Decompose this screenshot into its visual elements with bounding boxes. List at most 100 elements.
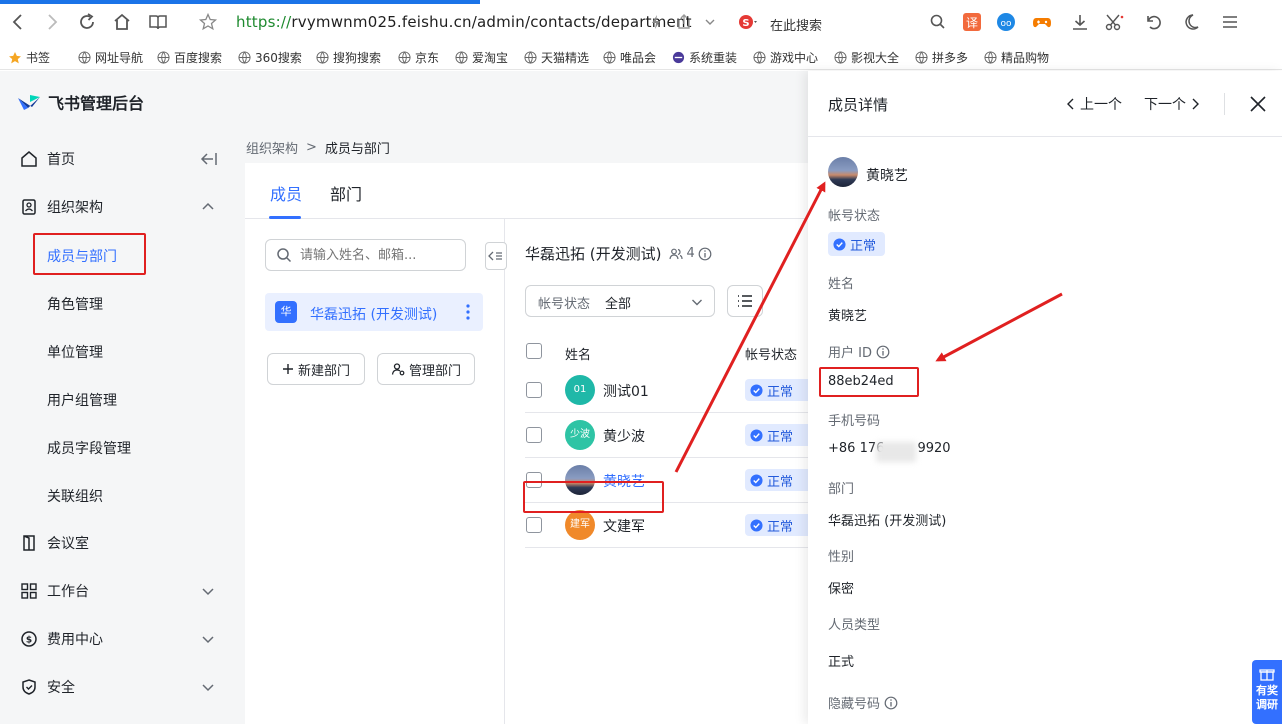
- drawer-header: 成员详情 上一个 下一个: [808, 71, 1282, 137]
- table-row[interactable]: 01 测试01 正常: [525, 368, 808, 413]
- status-text: 正常: [850, 238, 877, 254]
- nav-member-field-management[interactable]: 成员字段管理: [47, 438, 131, 458]
- share-icon[interactable]: [674, 12, 694, 32]
- nav-meeting-room[interactable]: 会议室: [0, 523, 245, 563]
- member-list-header: 华磊迅拓 (开发测试) 4: [525, 243, 712, 264]
- undo-icon[interactable]: [1144, 12, 1164, 32]
- nav-workplace[interactable]: 工作台: [0, 571, 245, 611]
- search-icon[interactable]: [928, 12, 948, 32]
- reading-mode-icon[interactable]: [148, 12, 168, 32]
- bookmark-item[interactable]: 拼多多: [915, 49, 968, 66]
- info-icon[interactable]: [876, 345, 890, 359]
- search-icon: [276, 247, 292, 263]
- bookmark-item[interactable]: 360搜索: [238, 49, 302, 66]
- nav-org-label: 组织架构: [47, 200, 103, 216]
- breadcrumb-parent[interactable]: 组织架构: [246, 138, 298, 157]
- bookmarks-menu[interactable]: 书签: [8, 49, 50, 66]
- bookmark-item[interactable]: 系统重装: [672, 49, 737, 66]
- row-checkbox[interactable]: [526, 382, 542, 398]
- svg-text:$: $: [26, 636, 32, 646]
- favorite-star-icon[interactable]: [198, 12, 218, 32]
- tab-departments[interactable]: 部门: [330, 181, 362, 205]
- address-bar[interactable]: https://rvymwnm025.feishu.cn/admin/conta…: [236, 13, 692, 31]
- bookmark-item[interactable]: 百度搜索: [157, 49, 222, 66]
- bookmark-item[interactable]: 京东: [398, 49, 439, 66]
- tab-members[interactable]: 成员: [270, 181, 302, 205]
- info-icon[interactable]: [884, 696, 898, 710]
- nav-security-label: 安全: [47, 680, 75, 696]
- more-vertical-icon[interactable]: [463, 303, 473, 321]
- member-list-title: 华磊迅拓 (开发测试): [525, 245, 662, 263]
- bookmark-item[interactable]: 游戏中心: [753, 49, 818, 66]
- field-value-name: 黄晓艺: [828, 309, 868, 324]
- browser-search-input[interactable]: 在此搜索: [770, 15, 822, 34]
- select-all-checkbox[interactable]: [526, 343, 542, 359]
- member-name[interactable]: 测试01: [603, 381, 649, 401]
- nav-usergroup-management[interactable]: 用户组管理: [47, 390, 117, 410]
- department-tree-item[interactable]: 华 华磊迅拓 (开发测试): [265, 293, 483, 331]
- collapse-tree-button[interactable]: [485, 242, 507, 270]
- bookmark-label: 天猫精选: [541, 51, 590, 65]
- nav-unit-management[interactable]: 单位管理: [47, 342, 103, 362]
- column-settings-button[interactable]: [727, 285, 763, 317]
- scissors-icon[interactable]: [1104, 12, 1124, 32]
- member-search-input[interactable]: [265, 239, 466, 271]
- check-circle-icon: [750, 383, 763, 397]
- table-row[interactable]: 少波 黄少波 正常: [525, 413, 808, 458]
- gamepad-icon[interactable]: [1032, 12, 1052, 32]
- globe-icon: [316, 51, 329, 64]
- extension-icon[interactable]: oo: [996, 12, 1016, 32]
- member-name[interactable]: 黄少波: [603, 426, 645, 446]
- row-checkbox[interactable]: [526, 517, 542, 533]
- lightning-icon[interactable]: [646, 12, 666, 32]
- bookmark-item[interactable]: 爱淘宝: [455, 49, 508, 66]
- field-label: 人员类型: [828, 618, 881, 633]
- bookmark-item[interactable]: 精品购物: [984, 49, 1049, 66]
- field-label: 帐号状态: [828, 209, 881, 224]
- night-mode-icon[interactable]: [1184, 12, 1204, 32]
- bookmark-label: 系统重装: [689, 51, 738, 65]
- nav-billing[interactable]: $ 费用中心: [0, 619, 245, 659]
- check-circle-icon: [750, 428, 763, 442]
- home-icon[interactable]: [112, 12, 132, 32]
- back-icon[interactable]: [8, 12, 28, 32]
- next-member-button[interactable]: 下一个: [1144, 94, 1200, 114]
- member-name[interactable]: 文建军: [603, 516, 645, 536]
- app-logo[interactable]: 飞书管理后台: [16, 90, 144, 114]
- menu-icon[interactable]: [1220, 12, 1240, 32]
- bookmarks-bar: 书签 网址导航 百度搜索 360搜索 搜狗搜索 京东 爱淘宝 天猫精选 唯品会 …: [0, 44, 1282, 70]
- new-department-button[interactable]: 新建部门: [267, 353, 365, 385]
- close-icon[interactable]: [1249, 95, 1267, 113]
- member-count-value: 4: [686, 246, 695, 261]
- manage-department-button[interactable]: 管理部门: [377, 353, 475, 385]
- globe-icon: [524, 51, 537, 64]
- nav-security[interactable]: 安全: [0, 667, 245, 707]
- reload-icon[interactable]: [77, 12, 97, 32]
- forward-icon[interactable]: [42, 12, 62, 32]
- filter-value: 全部: [605, 297, 632, 312]
- browser-toolbar: https://rvymwnm025.feishu.cn/admin/conta…: [0, 0, 1282, 44]
- search-engine-logo-icon[interactable]: S: [738, 12, 758, 32]
- manage-department-label: 管理部门: [408, 363, 461, 379]
- survey-button[interactable]: 有奖 调研: [1252, 660, 1282, 724]
- chevron-down-icon[interactable]: [700, 12, 720, 32]
- collapse-sidebar-icon[interactable]: [198, 151, 217, 167]
- info-icon[interactable]: [698, 247, 712, 261]
- bookmark-item[interactable]: 唯品会: [603, 49, 656, 66]
- bookmark-item[interactable]: 影视大全: [834, 49, 899, 66]
- nav-home[interactable]: 首页: [0, 139, 245, 179]
- annotation-box: [33, 233, 146, 275]
- download-icon[interactable]: [1070, 12, 1090, 32]
- nav-org[interactable]: 组织架构: [0, 187, 245, 227]
- bookmark-item[interactable]: 网址导航: [78, 49, 143, 66]
- bookmark-item[interactable]: 天猫精选: [524, 49, 589, 66]
- row-checkbox[interactable]: [526, 427, 542, 443]
- nav-role-management[interactable]: 角色管理: [47, 294, 103, 314]
- bookmark-item[interactable]: 搜狗搜索: [316, 49, 381, 66]
- account-status-filter[interactable]: 帐号状态 全部: [525, 285, 715, 317]
- translate-icon[interactable]: 译: [962, 12, 982, 32]
- check-circle-icon: [833, 237, 846, 251]
- previous-member-button[interactable]: 上一个: [1066, 94, 1122, 114]
- nav-linked-org[interactable]: 关联组织: [47, 486, 103, 506]
- bookmark-label: 精品购物: [1001, 51, 1050, 65]
